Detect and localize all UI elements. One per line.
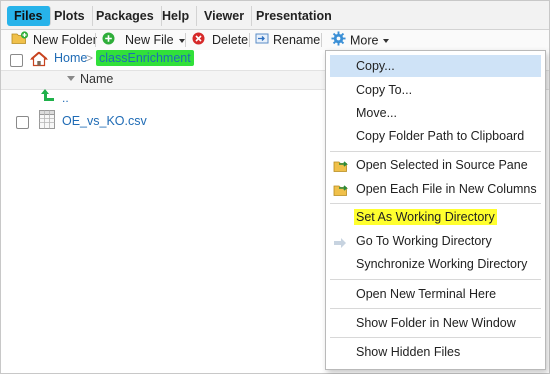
- toolbar-divider: [95, 33, 96, 47]
- spreadsheet-icon: [39, 110, 55, 132]
- chevron-down-icon: [383, 39, 390, 43]
- more-button[interactable]: More: [331, 31, 390, 51]
- menu-item-move[interactable]: Move...: [330, 102, 541, 124]
- menu-item-show-folder-new-window[interactable]: Show Folder in New Window: [330, 312, 541, 334]
- menu-item-open-each-file[interactable]: Open Each File in New Columns: [330, 178, 541, 200]
- tab-help[interactable]: Help: [155, 6, 198, 26]
- tab-packages[interactable]: Packages: [89, 6, 162, 26]
- parent-directory-link[interactable]: ..: [62, 91, 69, 105]
- file-link[interactable]: OE_vs_KO.csv: [62, 114, 147, 128]
- menu-separator: [330, 203, 541, 204]
- tab-files[interactable]: Files: [7, 6, 51, 26]
- menu-item-open-new-terminal[interactable]: Open New Terminal Here: [330, 283, 541, 305]
- menu-separator: [330, 308, 541, 309]
- tab-presentation[interactable]: Presentation: [249, 6, 339, 26]
- breadcrumb-home-link[interactable]: Home: [54, 51, 87, 65]
- menu-separator: [330, 279, 541, 280]
- pane-tab-bar: Files Plots Packages Help Viewer Present…: [1, 1, 549, 30]
- more-label: More: [350, 33, 379, 48]
- menu-item-synchronize-working-directory[interactable]: Synchronize Working Directory: [330, 253, 541, 275]
- up-arrow-icon[interactable]: [40, 88, 56, 106]
- breadcrumb-separator: >: [86, 51, 94, 65]
- delete-icon: [192, 32, 205, 50]
- files-toolbar: New Folder New File Delete Rename More: [1, 30, 549, 50]
- gear-icon: [331, 31, 346, 51]
- open-folder-arrow-icon: [333, 158, 351, 180]
- menu-item-set-working-directory[interactable]: Set As Working Directory: [330, 206, 541, 228]
- new-folder-icon: [11, 31, 29, 50]
- menu-separator: [330, 151, 541, 152]
- rename-button[interactable]: Rename: [255, 31, 320, 49]
- menu-item-copy[interactable]: Copy...: [330, 55, 541, 77]
- new-folder-button[interactable]: New Folder: [11, 31, 97, 49]
- column-header-name[interactable]: Name: [80, 72, 113, 86]
- new-file-label: New File: [125, 33, 174, 47]
- open-folder-arrow-icon: [333, 182, 351, 204]
- chevron-down-icon: [178, 38, 185, 43]
- select-all-checkbox[interactable]: [10, 54, 23, 67]
- toolbar-divider: [249, 33, 250, 47]
- more-dropdown-menu: Copy... Copy To... Move... Copy Folder P…: [325, 50, 546, 370]
- rename-icon: [255, 32, 269, 50]
- breadcrumb-current-folder[interactable]: classEnrichment: [96, 50, 194, 66]
- menu-item-open-selected-source[interactable]: Open Selected in Source Pane: [330, 154, 541, 176]
- menu-item-go-to-working-directory[interactable]: Go To Working Directory: [330, 230, 541, 252]
- menu-separator: [330, 337, 541, 338]
- add-circle-icon: [102, 32, 115, 50]
- new-file-button[interactable]: New File: [102, 31, 185, 49]
- menu-item-copy-to[interactable]: Copy To...: [330, 79, 541, 101]
- toolbar-divider: [321, 33, 322, 47]
- new-folder-label: New Folder: [33, 33, 97, 47]
- menu-item-copy-folder-path[interactable]: Copy Folder Path to Clipboard: [330, 125, 541, 147]
- delete-button[interactable]: Delete: [192, 31, 248, 49]
- file-row-checkbox[interactable]: [16, 116, 29, 129]
- menu-item-show-hidden-files[interactable]: Show Hidden Files: [330, 341, 541, 363]
- home-icon[interactable]: [29, 51, 49, 70]
- tab-plots[interactable]: Plots: [47, 6, 93, 26]
- rename-label: Rename: [273, 33, 321, 47]
- tab-viewer[interactable]: Viewer: [197, 6, 253, 26]
- toolbar-divider: [185, 33, 186, 47]
- sort-descending-icon[interactable]: [67, 76, 75, 81]
- delete-label: Delete: [212, 33, 249, 47]
